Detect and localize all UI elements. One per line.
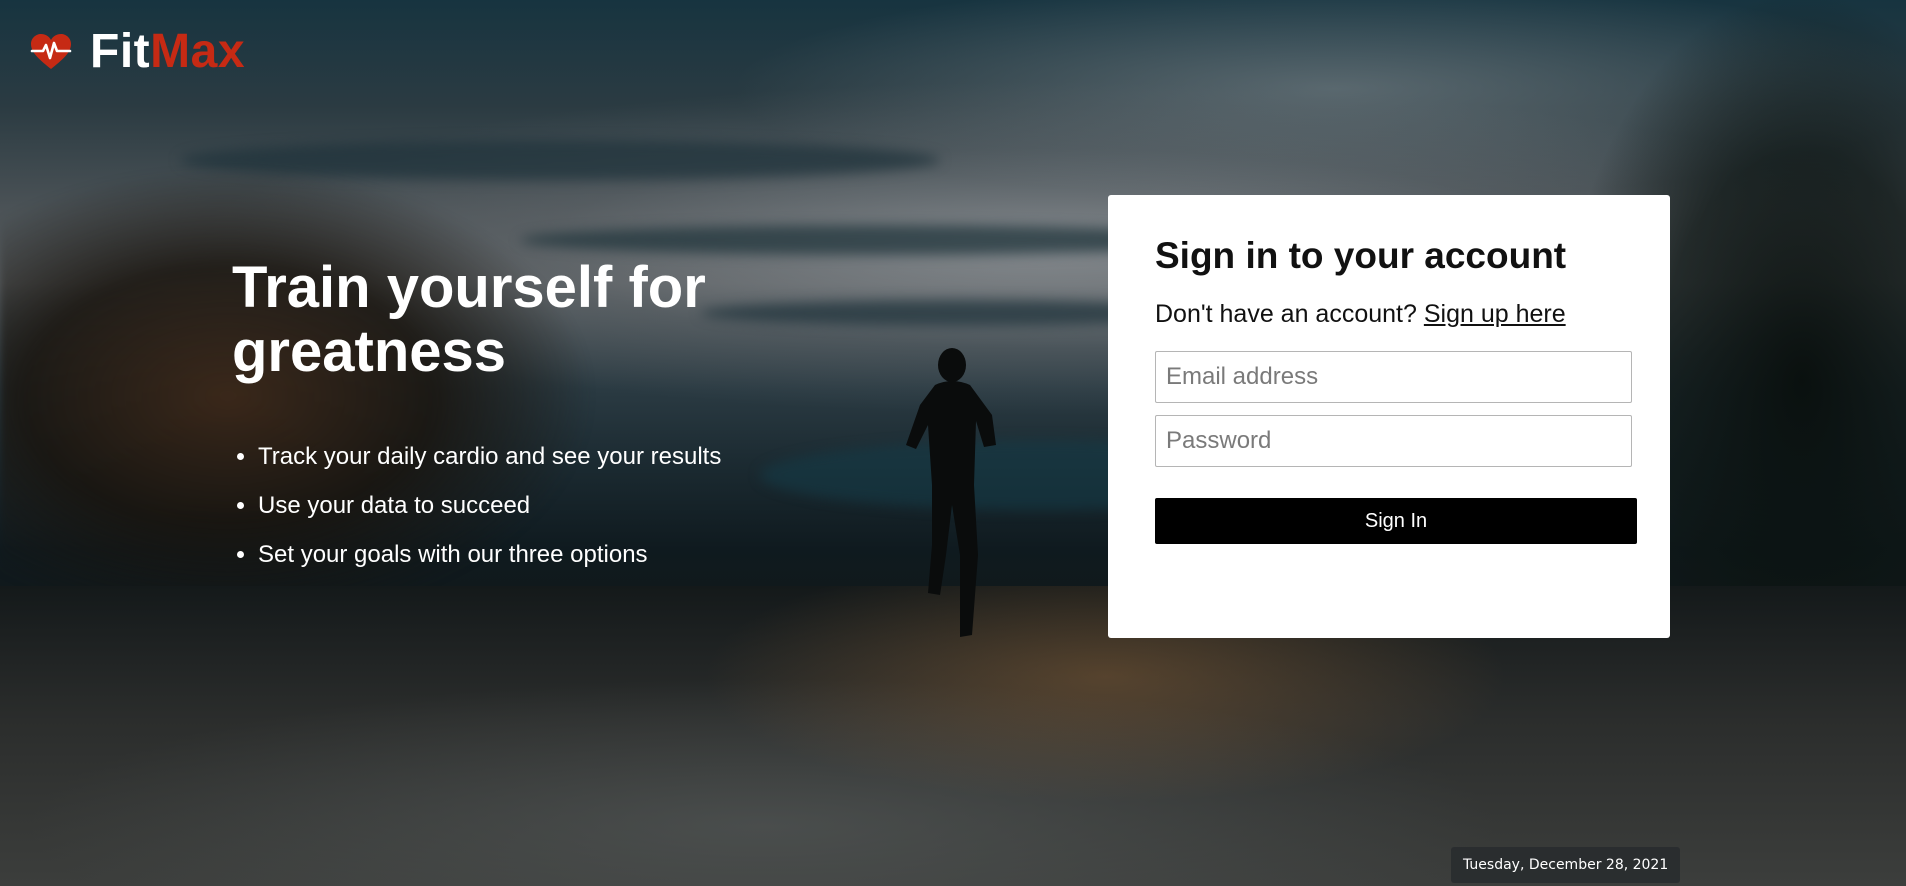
date-badge: Tuesday, December 28, 2021 [1451, 847, 1681, 883]
runner-silhouette [906, 348, 996, 637]
feature-item: Use your data to succeed [258, 491, 852, 521]
password-field[interactable] [1155, 415, 1632, 467]
feature-item: Set your goals with our three options [258, 540, 852, 570]
signup-prompt: Don't have an account? [1155, 300, 1417, 328]
brand-name: FitMax [90, 28, 245, 76]
brand-logo[interactable]: FitMax [30, 28, 245, 76]
email-field[interactable] [1155, 351, 1632, 403]
brand-name-max: Max [150, 25, 246, 78]
feature-item: Track your daily cardio and see your res… [258, 442, 852, 472]
signin-card: Sign in to your account Don't have an ac… [1108, 195, 1670, 638]
feature-list: Track your daily cardio and see your res… [232, 442, 852, 570]
brand-name-fit: Fit [90, 25, 151, 78]
signup-prompt-line: Don't have an account? Sign up here [1155, 299, 1636, 329]
signin-button[interactable]: Sign In [1155, 498, 1637, 544]
signin-heading: Sign in to your account [1155, 235, 1567, 276]
signup-link[interactable]: Sign up here [1424, 300, 1566, 328]
heartbeat-icon [30, 34, 72, 69]
hero-section: Train yourself for greatness Track your … [232, 256, 852, 589]
hero-title: Train yourself for greatness [232, 255, 706, 384]
